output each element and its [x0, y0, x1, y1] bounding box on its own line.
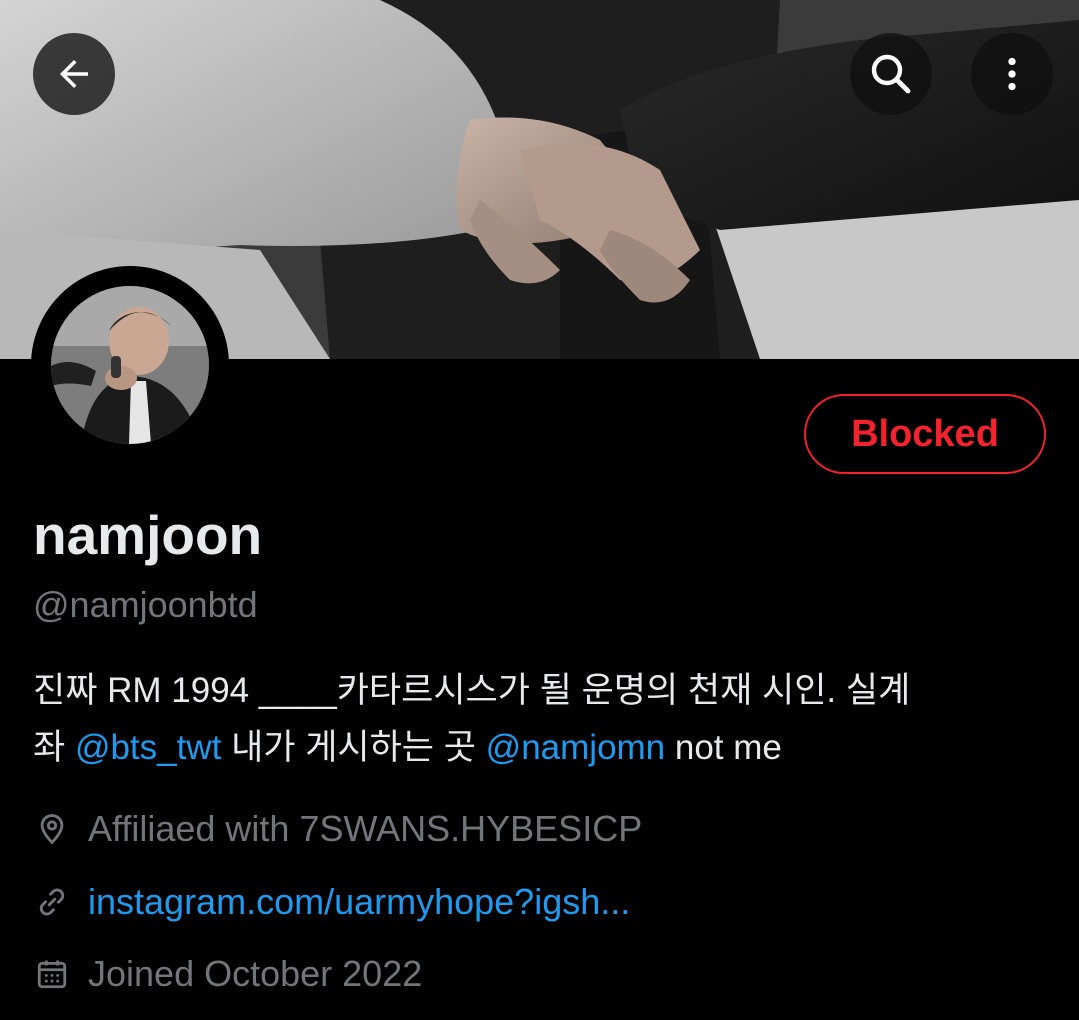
search-button[interactable] [850, 33, 932, 115]
blocked-button[interactable]: Blocked [804, 394, 1046, 474]
profile-bio: 진짜 RM 1994 ____카타르시스가 될 운명의 천재 시인. 실계 좌 … [33, 662, 1043, 776]
bio-text: 내가 게시하는 곳 [221, 728, 486, 767]
profile-website[interactable]: instagram.com/uarmyhope?igsh... [33, 881, 630, 923]
username-handle: @namjoonbtd [33, 584, 258, 625]
avatar[interactable] [51, 286, 209, 444]
bio-line-2: 좌 @bts_twt 내가 게시하는 곳 @namjomn not me [33, 719, 1043, 776]
location-pin-icon [33, 810, 71, 848]
calendar-icon [33, 955, 71, 993]
display-name: namjoon [33, 504, 263, 566]
joined-text: Joined October 2022 [88, 953, 423, 994]
location-text: Affiliaed with 7SWANS.HYBESICP [88, 808, 643, 849]
mention-link[interactable]: @namjomn [486, 728, 665, 767]
bio-text: 좌 [33, 728, 75, 767]
more-options-button[interactable] [971, 33, 1053, 115]
profile-joined-date: Joined October 2022 [33, 953, 422, 995]
arrow-left-icon [60, 60, 88, 88]
search-icon [871, 54, 911, 94]
mention-link[interactable]: @bts_twt [75, 728, 221, 767]
profile-location: Affiliaed with 7SWANS.HYBESICP [33, 808, 642, 850]
link-icon [33, 883, 71, 921]
back-button[interactable] [33, 33, 115, 115]
bio-text: not me [665, 728, 782, 767]
website-link[interactable]: instagram.com/uarmyhope?igsh... [88, 881, 630, 923]
bio-line-1: 진짜 RM 1994 ____카타르시스가 될 운명의 천재 시인. 실계 [33, 671, 911, 710]
more-vertical-icon [1008, 57, 1016, 91]
avatar-image [51, 286, 209, 444]
